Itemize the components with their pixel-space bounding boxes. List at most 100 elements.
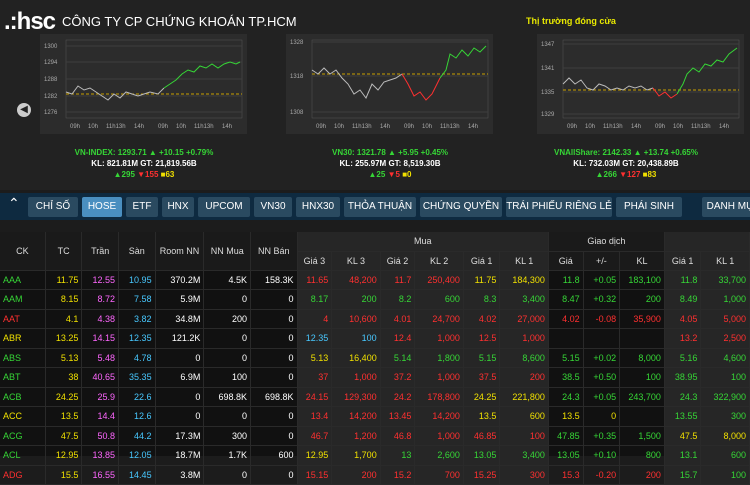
col-header[interactable]: KL 1 [700,251,750,271]
y-tick: 1341 [541,66,555,72]
table-cell: 4.02 [463,309,501,329]
table-row[interactable]: ACC 13.5 14.4 12.6 0 0 0 13.4 14,200 13.45 14,200 1… [0,406,750,427]
tab-etf[interactable]: ETF [126,197,158,217]
col-header[interactable]: Giá 2 [380,251,416,271]
tab-trai-phieu[interactable]: TRÁI PHIẾU RIÊNG LẺ [506,197,612,217]
col-header[interactable]: Sàn [118,232,156,271]
table-cell: 14.45 [118,465,156,485]
table-row[interactable]: ADG 15.5 16.55 14.45 3.8M 0 0 15.15 200 15.2 700 15… [0,465,750,485]
table-cell: +0.35 [583,426,621,446]
col-header[interactable]: CK [0,232,46,271]
symbol-cell[interactable]: AAT [0,309,46,329]
table-cell: 8.17 [297,289,333,310]
tab-danh-muc[interactable]: DANH MỤ [702,197,750,217]
col-header[interactable]: Giá 3 [297,251,333,271]
symbol-cell[interactable]: ACC [0,406,46,427]
table-row[interactable]: AAT 4.1 4.38 3.82 34.8M 200 0 4 10,600 4.01 24,700… [0,309,750,329]
table-cell: 25.9 [81,387,119,407]
col-header[interactable]: +/- [583,251,621,271]
vn30-value: VN30: 1321.78 ▲ +5.95 +0.45% [332,148,448,157]
symbol-cell[interactable]: ACG [0,426,46,446]
tab-chi-so[interactable]: CHỈ SỐ [28,197,78,217]
table-cell: 38.95 [664,367,702,388]
table-cell: 4 [297,309,333,329]
table-row[interactable]: ABS 5.13 5.48 4.78 0 0 0 5.13 16,400 5.14 1,800 5.1… [0,348,750,368]
table-cell: 24.3 [664,387,702,407]
col-header[interactable]: NN Bán [250,232,298,271]
x-tick: 10h [88,124,98,130]
table-cell: 13.5 [463,406,501,427]
price-board: CK TC Trần Sàn Room NN NN Mua NN Bán Mua… [0,232,750,485]
table-cell: 8.2 [380,289,416,310]
table-cell: 100 [619,367,665,388]
table-cell: 0 [250,465,298,485]
x-tick: 14h [468,124,478,130]
table-cell: 1,200 [331,426,381,446]
table-row[interactable]: ACB 24.25 25.9 22.6 0 698.8K 698.8K 24.15 129,30… [0,387,750,407]
tab-phai-sinh[interactable]: PHÁI SINH [616,197,682,217]
table-cell: 1,800 [414,348,464,368]
col-header[interactable]: Giá 1 [463,251,501,271]
table-cell: 47.5 [45,426,83,446]
table-cell: 12.55 [81,270,119,290]
table-cell: +0.10 [583,445,621,466]
table-cell: 12.05 [118,445,156,466]
collapse-icon[interactable]: ⌃ [8,195,20,212]
symbol-cell[interactable]: ACB [0,387,46,407]
col-header[interactable]: Giá 1 [664,251,702,271]
table-cell: 12.4 [380,328,416,349]
table-cell: 178,800 [414,387,464,407]
table-cell: 12.6 [118,406,156,427]
symbol-cell[interactable]: ACL [0,445,46,466]
table-row[interactable]: ACG 47.5 50.8 44.2 17.3M 300 0 46.7 1,200 46.8 1,0… [0,426,750,446]
tab-hnx30[interactable]: HNX30 [296,197,340,217]
tab-vn30[interactable]: VN30 [254,197,292,217]
table-row[interactable]: AAM 8.15 8.72 7.58 5.9M 0 0 8.17 200 8.2 600 8.3 3,4… [0,289,750,310]
table-cell: 221,800 [499,387,549,407]
table-row[interactable]: ACL 12.95 13.85 12.05 18.7M 1.7K 600 12.95 1,700… [0,445,750,466]
col-header[interactable]: NN Mua [203,232,252,271]
x-tick: 09h [316,124,326,130]
table-cell: 11.75 [45,270,83,290]
table-cell: 13.55 [664,406,702,427]
tab-hnx[interactable]: HNX [162,197,194,217]
table-cell: 44.2 [118,426,156,446]
col-header[interactable]: Room NN [155,232,205,271]
tab-thoa-thuan[interactable]: THỎA THUẬN [344,197,416,217]
symbol-cell[interactable]: ABT [0,367,46,388]
x-tick: 09h [404,124,414,130]
symbol-cell[interactable]: ABR [0,328,46,349]
tab-upcom[interactable]: UPCOM [198,197,250,217]
table-cell: 11.75 [463,270,501,290]
col-header[interactable]: KL 3 [331,251,381,271]
col-header[interactable]: Giá [548,251,584,271]
col-header[interactable]: KL [619,251,665,271]
table-cell: 34.8M [155,309,205,329]
symbol-cell[interactable]: ADG [0,465,46,485]
symbol-cell[interactable]: ABS [0,348,46,368]
table-cell: 8,600 [499,348,549,368]
table-row[interactable]: AAA 11.75 12.55 10.95 370.2M 4.5K 158.3K 11.65 4… [0,270,750,290]
table-cell [619,328,665,349]
market-tabs: ⌃ CHỈ SỐ HOSE ETF HNX UPCOM VN30 HNX30 T… [0,193,750,220]
table-cell: +0.32 [583,289,621,310]
table-cell: 47.85 [548,426,584,446]
col-header[interactable]: Trần [81,232,119,271]
vnindex-value: VN-INDEX: 1293.71 ▲ +10.15 +0.79% [74,148,214,157]
symbol-cell[interactable]: AAM [0,289,46,310]
table-cell: 698.8K [250,387,298,407]
col-header[interactable]: TC [45,232,83,271]
symbol-cell[interactable]: AAA [0,270,46,290]
vnindex-volume: KL: 821.81M GT: 21,819.56B [91,159,197,168]
table-cell: 16,400 [331,348,381,368]
col-header[interactable]: KL 1 [499,251,549,271]
col-header[interactable]: KL 2 [414,251,464,271]
table-row[interactable]: ABR 13.25 14.15 12.35 121.2K 0 0 12.35 100 12.4 1,… [0,328,750,349]
table-row[interactable]: ABT 38 40.65 35.35 6.9M 100 0 37 1,000 37.2 1,000 3… [0,367,750,388]
tab-hose[interactable]: HOSE [82,197,122,217]
group-header-mua: Mua [297,232,549,252]
chevron-left-icon[interactable]: ◀ [17,103,31,117]
market-status: Thị trường đóng cửa [526,16,616,26]
tab-chung-quyen[interactable]: CHỨNG QUYỀN [420,197,502,217]
table-body: AAA 11.75 12.55 10.95 370.2M 4.5K 158.3K 11.65 4… [0,270,750,485]
